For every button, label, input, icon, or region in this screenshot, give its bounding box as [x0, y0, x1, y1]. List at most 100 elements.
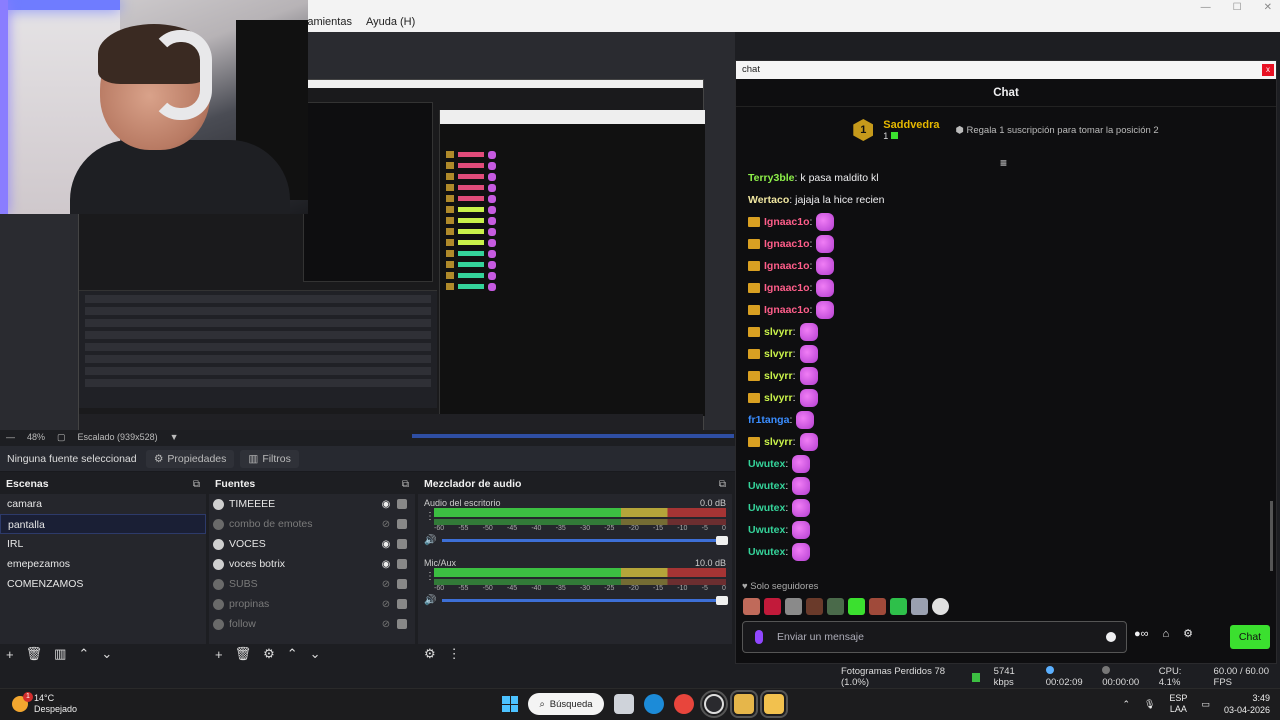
trash-icon[interactable]: 🗑 [235, 646, 252, 662]
scene-item[interactable]: emepezamos [0, 554, 206, 574]
move-down-icon[interactable]: ⌄ [101, 646, 112, 662]
source-item[interactable]: TIMEEEE ◉ [209, 494, 415, 514]
gear-icon[interactable]: ⚙ [263, 646, 275, 662]
chat-username[interactable]: Uwutex [748, 524, 785, 536]
trash-icon[interactable]: 🗑 [26, 646, 43, 662]
scene-item[interactable]: camara [0, 494, 206, 514]
eye-off-icon[interactable]: ⊘ [379, 519, 393, 530]
volume-slider[interactable] [442, 536, 728, 545]
scene-item[interactable]: COMENZAMOS [0, 574, 206, 594]
chat-username[interactable]: slvyrr [764, 436, 793, 448]
emote-icon[interactable] [890, 598, 907, 615]
chat-username[interactable]: Ignaac1o [764, 238, 810, 250]
weather-widget[interactable]: 1 14°C Despejado [12, 692, 77, 715]
chat-username[interactable]: Ignaac1o [764, 260, 810, 272]
zoom-out-icon[interactable]: — [6, 432, 15, 442]
clock[interactable]: 3:49 03-04-2026 [1224, 692, 1270, 716]
source-item[interactable]: propinas ⊘ [209, 594, 415, 614]
emote-icon[interactable] [827, 598, 844, 615]
emoji-icon[interactable] [1106, 632, 1116, 642]
source-item[interactable]: follow ⊘ [209, 614, 415, 634]
mic-icon[interactable]: 🎙 [1144, 699, 1155, 710]
preview-scrollbar[interactable] [412, 434, 734, 438]
chat-username[interactable]: fr1tanga [748, 414, 789, 426]
minimize-icon[interactable]: — [1201, 2, 1211, 13]
source-item[interactable]: SUBS ⊘ [209, 574, 415, 594]
chat-username[interactable]: Wertaco [748, 194, 789, 206]
lock-icon[interactable] [397, 619, 407, 629]
maximize-icon[interactable]: ☐ [1233, 2, 1242, 13]
eye-off-icon[interactable]: ⊘ [379, 579, 393, 590]
emote-icon[interactable] [848, 598, 865, 615]
close-icon[interactable]: ✕ [1264, 2, 1272, 13]
advanced-audio-icon[interactable]: ⚙ [424, 646, 436, 662]
scene-item[interactable]: IRL [0, 534, 206, 554]
chat-input[interactable]: Enviar un mensaje [742, 621, 1127, 653]
lock-icon[interactable] [397, 539, 407, 549]
eye-icon[interactable]: ◉ [379, 559, 393, 570]
gear-icon[interactable]: ⚙ [1183, 627, 1193, 640]
source-item[interactable]: voces botrix ◉ [209, 554, 415, 574]
move-up-icon[interactable]: ⌃ [78, 646, 89, 662]
chat-username[interactable]: slvyrr [764, 370, 793, 382]
emote-icon[interactable] [743, 598, 760, 615]
lock-icon[interactable] [397, 599, 407, 609]
chat-scrollbar[interactable] [1270, 501, 1273, 571]
scene-item-selected[interactable]: pantalla [0, 514, 206, 534]
emote-icon[interactable] [911, 598, 928, 615]
taskbar-search[interactable]: ⌕ Búsqueda [528, 693, 604, 715]
chat-username[interactable]: slvyrr [764, 348, 793, 360]
scene-filter-icon[interactable]: ▥ [54, 646, 66, 662]
popout-icon[interactable]: ⧉ [193, 479, 200, 490]
chat-username[interactable]: Uwutex [748, 546, 785, 558]
eye-icon[interactable]: ◉ [379, 499, 393, 510]
move-up-icon[interactable]: ⌃ [287, 646, 298, 662]
close-icon[interactable]: x [1262, 64, 1274, 76]
lock-icon[interactable] [397, 559, 407, 569]
store-icon[interactable]: ⌂ [1163, 628, 1170, 640]
menu-help[interactable]: Ayuda (H) [366, 16, 415, 32]
add-icon[interactable]: + [6, 647, 14, 662]
gift-leaderboard[interactable]: 1 Saddvedra 1 ⬢ Regala 1 suscripción par… [736, 107, 1276, 153]
chevron-up-icon[interactable]: ⌃ [1122, 699, 1130, 710]
file-explorer-icon[interactable] [760, 690, 788, 718]
slider-handle[interactable] [716, 596, 728, 605]
chrome-icon[interactable] [674, 694, 694, 714]
emote-icon[interactable] [806, 598, 823, 615]
chat-username[interactable]: Uwutex [748, 458, 785, 470]
add-icon[interactable]: + [215, 647, 223, 662]
chat-username[interactable]: Uwutex [748, 502, 785, 514]
chat-username[interactable]: slvyrr [764, 326, 793, 338]
source-item[interactable]: VOCES ◉ [209, 534, 415, 554]
volume-icon[interactable]: 🔊 [424, 535, 436, 546]
lock-icon[interactable] [397, 579, 407, 589]
lock-icon[interactable] [397, 519, 407, 529]
task-view-icon[interactable] [614, 694, 634, 714]
chat-username[interactable]: Ignaac1o [764, 282, 810, 294]
obs-icon[interactable] [700, 690, 728, 718]
edge-icon[interactable] [644, 694, 664, 714]
properties-button[interactable]: ⚙ Propiedades [146, 449, 235, 468]
move-down-icon[interactable]: ⌄ [310, 646, 321, 662]
chat-username[interactable]: slvyrr [764, 392, 793, 404]
emote-icon[interactable] [764, 598, 781, 615]
chevron-down-icon[interactable]: ▼ [170, 432, 179, 442]
chat-username[interactable]: Uwutex [748, 480, 785, 492]
eye-off-icon[interactable]: ⊘ [379, 599, 393, 610]
chat-username[interactable]: Ignaac1o [764, 216, 810, 228]
bits-icon[interactable]: ●∞ [1134, 628, 1149, 640]
volume-slider[interactable] [442, 596, 728, 605]
kebab-menu-icon[interactable]: ⋮ [448, 646, 461, 662]
zoom-fit-icon[interactable]: ▢ [57, 432, 66, 443]
slider-handle[interactable] [716, 536, 728, 545]
popout-icon[interactable]: ⧉ [719, 479, 726, 490]
source-item[interactable]: combo de emotes ⊘ [209, 514, 415, 534]
mic-icon[interactable] [755, 630, 763, 644]
emote-icon[interactable] [785, 598, 802, 615]
volume-icon[interactable]: 🔊 [424, 595, 436, 606]
chat-username[interactable]: Ignaac1o [764, 304, 810, 316]
emote-icon[interactable] [869, 598, 886, 615]
app-icon[interactable] [730, 690, 758, 718]
network-icon[interactable]: ▭ [1201, 699, 1210, 710]
lock-icon[interactable] [397, 499, 407, 509]
